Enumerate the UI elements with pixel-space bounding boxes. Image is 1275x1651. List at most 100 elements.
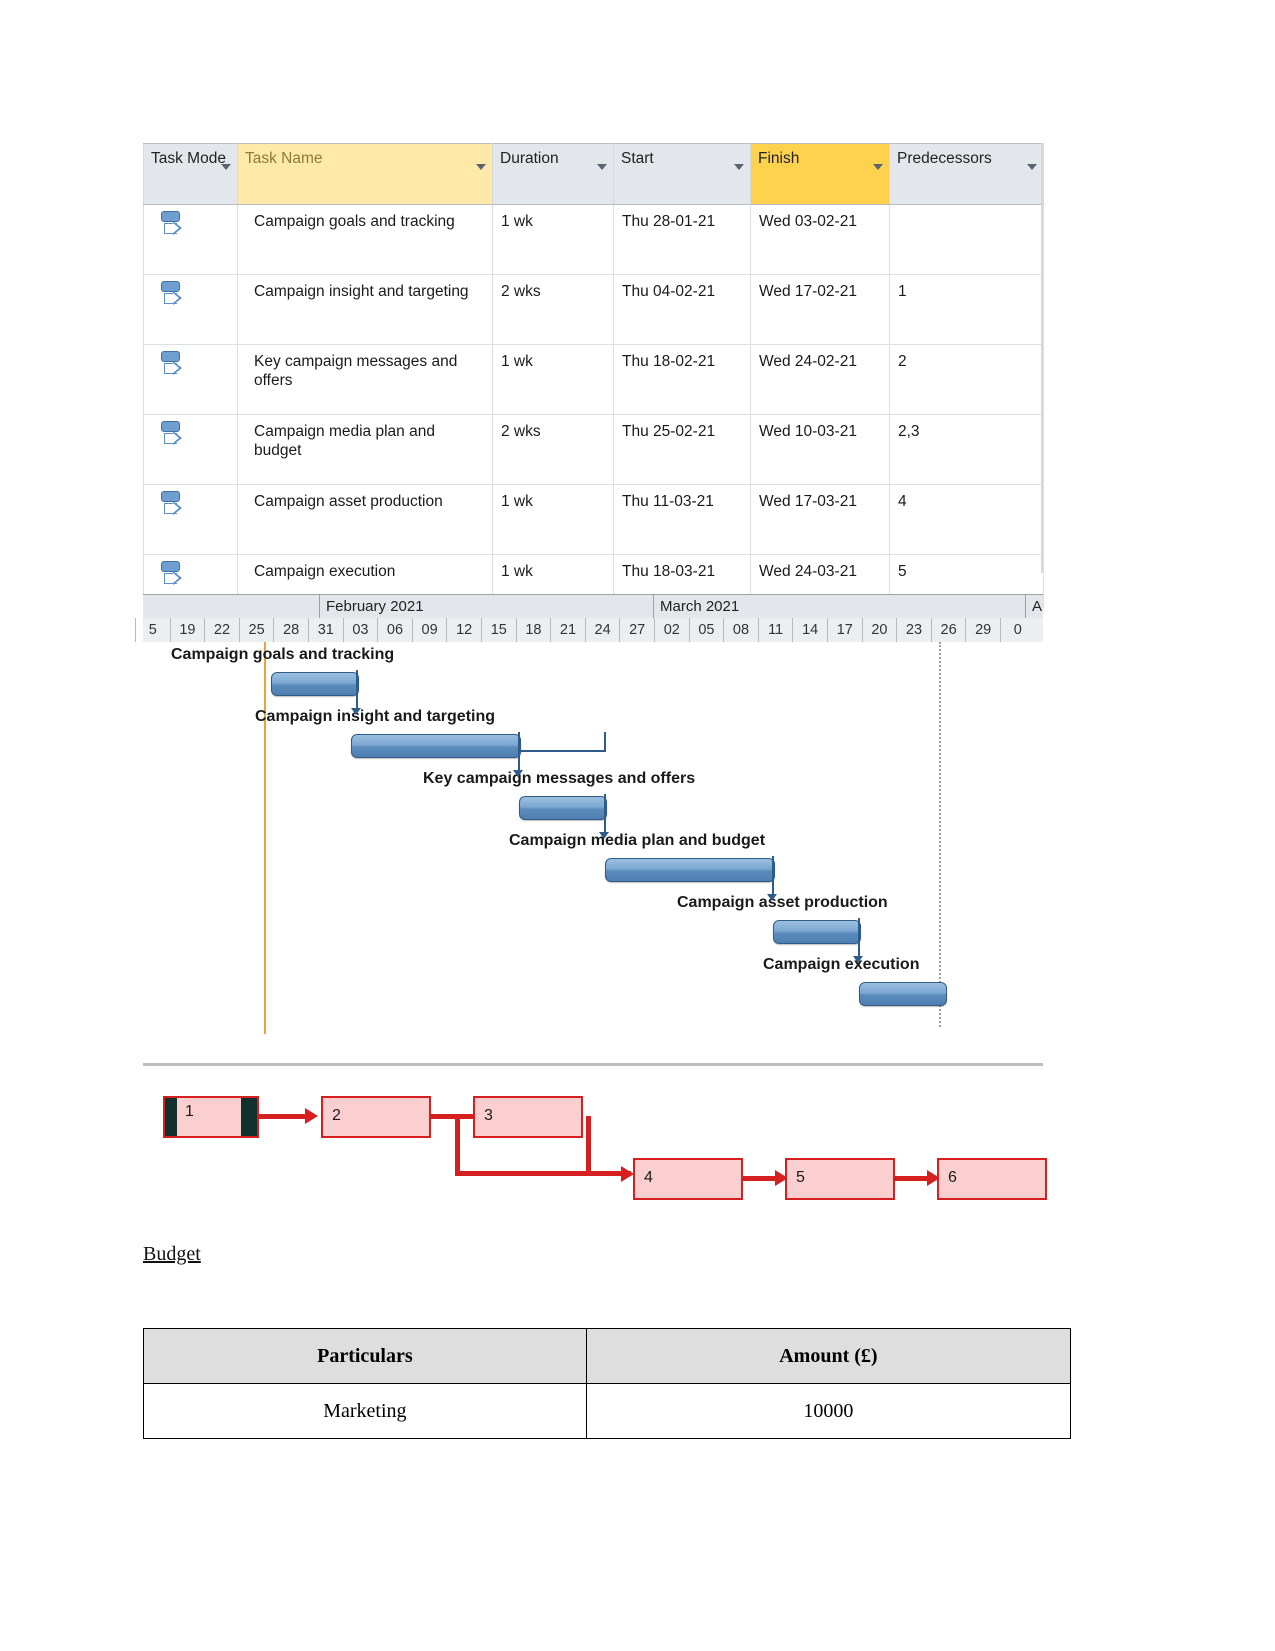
cell-duration: 2 wks	[492, 274, 614, 345]
gantt-month-1: March 2021	[653, 595, 1025, 619]
cell-duration: 1 wk	[492, 204, 614, 275]
filter-dropdown-icon[interactable]	[1027, 164, 1037, 170]
cell-start: Thu 18-02-21	[613, 344, 751, 415]
network-node-3-label: 3	[484, 1107, 493, 1124]
column-header-duration[interactable]: Duration	[492, 143, 614, 205]
filter-dropdown-icon[interactable]	[221, 164, 231, 170]
network-node-1[interactable]: 1	[163, 1096, 259, 1138]
network-node-2[interactable]: 2	[321, 1096, 431, 1138]
table-row[interactable]: Campaign insight and targeting 2 wks Thu 0…	[143, 274, 1044, 345]
table-header-row: Task Mode Task Name Duration Start Finis…	[143, 143, 1044, 205]
cell-finish: Wed 03-02-21	[750, 204, 890, 275]
network-node-5[interactable]: 5	[785, 1158, 895, 1200]
table-right-edge	[1041, 143, 1043, 573]
gantt-link-1-2	[356, 670, 358, 712]
section-divider	[143, 1063, 1043, 1066]
gantt-bar[interactable]	[859, 982, 947, 1006]
cell-duration: 2 wks	[492, 414, 614, 485]
cell-finish: Wed 17-02-21	[750, 274, 890, 345]
cell-task-name: Campaign insight and targeting	[237, 274, 493, 345]
gantt-link-arrow	[351, 708, 361, 715]
gantt-day-header: 5 19 22 25 28 31 03 06 09 12 15 18 21 24 27 02 05 08 11 14 1…	[135, 618, 1043, 643]
cell-duration: 1 wk	[492, 484, 614, 555]
gantt-day-tick: 31	[308, 618, 343, 642]
gantt-day-tick: 11	[757, 618, 793, 642]
filter-dropdown-icon[interactable]	[734, 164, 744, 170]
auto-schedule-icon	[160, 211, 186, 241]
network-node-6[interactable]: 6	[937, 1158, 1047, 1200]
gantt-link-2-4b	[604, 732, 606, 752]
gantt-day-tick: 17	[827, 618, 862, 642]
gantt-day-tick: 21	[550, 618, 585, 642]
cell-task-mode[interactable]	[143, 204, 238, 275]
filter-dropdown-icon[interactable]	[476, 164, 486, 170]
gantt-link-2-4a	[518, 750, 606, 752]
gantt-bar-label: Campaign execution	[763, 956, 920, 973]
gantt-bar[interactable]	[519, 796, 607, 820]
table-row[interactable]: Campaign goals and tracking 1 wk Thu 28-01…	[143, 204, 1044, 275]
gantt-bar[interactable]	[773, 920, 861, 944]
gantt-day-tick: 08	[723, 618, 758, 642]
gantt-bar-label: Campaign insight and targeting	[255, 708, 496, 725]
cell-start: Thu 25-02-21	[613, 414, 751, 485]
budget-heading: Budget	[143, 1243, 201, 1265]
cell-finish: Wed 17-03-21	[750, 484, 890, 555]
gantt-day-tick: 5	[135, 618, 170, 642]
cell-task-mode[interactable]	[143, 414, 238, 485]
cell-predecessors	[889, 204, 1044, 275]
network-node-4[interactable]: 4	[633, 1158, 743, 1200]
network-node-6-label: 6	[948, 1169, 957, 1186]
gantt-today-line	[264, 642, 266, 1034]
gantt-day-tick: 03	[342, 618, 378, 642]
network-node-5-label: 5	[796, 1169, 805, 1186]
gantt-bar[interactable]	[351, 734, 521, 758]
gantt-day-tick: 28	[273, 618, 308, 642]
cell-predecessors: 1	[889, 274, 1044, 345]
budget-cell-amount: 10000	[585, 1383, 1072, 1439]
cell-task-mode[interactable]	[143, 344, 238, 415]
table-row[interactable]: Key campaign messages and offers 1 wk Thu …	[143, 344, 1044, 415]
gantt-link-4-5	[772, 856, 774, 898]
gantt-bar[interactable]	[271, 672, 359, 696]
column-header-start[interactable]: Start	[613, 143, 751, 205]
table-row[interactable]: Campaign media plan and budget 2 wks Thu 2…	[143, 414, 1044, 485]
cell-task-mode[interactable]	[143, 484, 238, 555]
gantt-link-arrow	[767, 894, 777, 901]
cell-task-name: Campaign media plan and budget	[237, 414, 493, 485]
auto-schedule-icon	[160, 421, 186, 451]
gantt-bar-label: Campaign asset production	[677, 894, 888, 911]
network-edge-2-4-vert	[455, 1116, 460, 1176]
column-header-task-name-label: Task Name	[245, 150, 323, 167]
cell-task-mode[interactable]	[143, 274, 238, 345]
gantt-day-tick: 25	[238, 618, 274, 642]
gantt-link-5-6	[858, 918, 860, 960]
column-header-task-mode[interactable]: Task Mode	[143, 143, 238, 205]
filter-dropdown-icon[interactable]	[873, 164, 883, 170]
gantt-day-tick: 23	[896, 618, 931, 642]
column-header-finish[interactable]: Finish	[750, 143, 890, 205]
column-header-task-name[interactable]: Task Name	[237, 143, 493, 205]
gantt-month-0: February 2021	[319, 595, 653, 619]
cell-predecessors: 2,3	[889, 414, 1044, 485]
auto-schedule-icon	[160, 491, 186, 521]
network-node-1-label: 1	[185, 1103, 194, 1120]
project-task-table: Task Mode Task Name Duration Start Finis…	[143, 143, 1044, 609]
table-row[interactable]: Campaign asset production 1 wk Thu 11-03-2…	[143, 484, 1044, 555]
cell-finish: Wed 10-03-21	[750, 414, 890, 485]
gantt-day-tick: 18	[515, 618, 551, 642]
gantt-day-tick: 14	[792, 618, 827, 642]
gantt-day-tick: 24	[584, 618, 620, 642]
gantt-link-arrow	[513, 770, 523, 777]
gantt-bar[interactable]	[605, 858, 775, 882]
network-edge-1-2	[259, 1114, 309, 1119]
network-arrow-icon	[305, 1108, 318, 1124]
cell-start: Thu 04-02-21	[613, 274, 751, 345]
gantt-link-2-3b	[518, 732, 520, 774]
network-diagram: 1 2 3 4 5 6	[143, 1078, 1047, 1218]
gantt-chart: February 2021 March 2021 A 5 19 22 25 28 31 03 06…	[135, 594, 1043, 1044]
gantt-link-3-4	[604, 794, 606, 836]
gantt-day-tick: 05	[688, 618, 724, 642]
column-header-predecessors[interactable]: Predecessors	[889, 143, 1044, 205]
network-node-3[interactable]: 3	[473, 1096, 583, 1138]
filter-dropdown-icon[interactable]	[597, 164, 607, 170]
